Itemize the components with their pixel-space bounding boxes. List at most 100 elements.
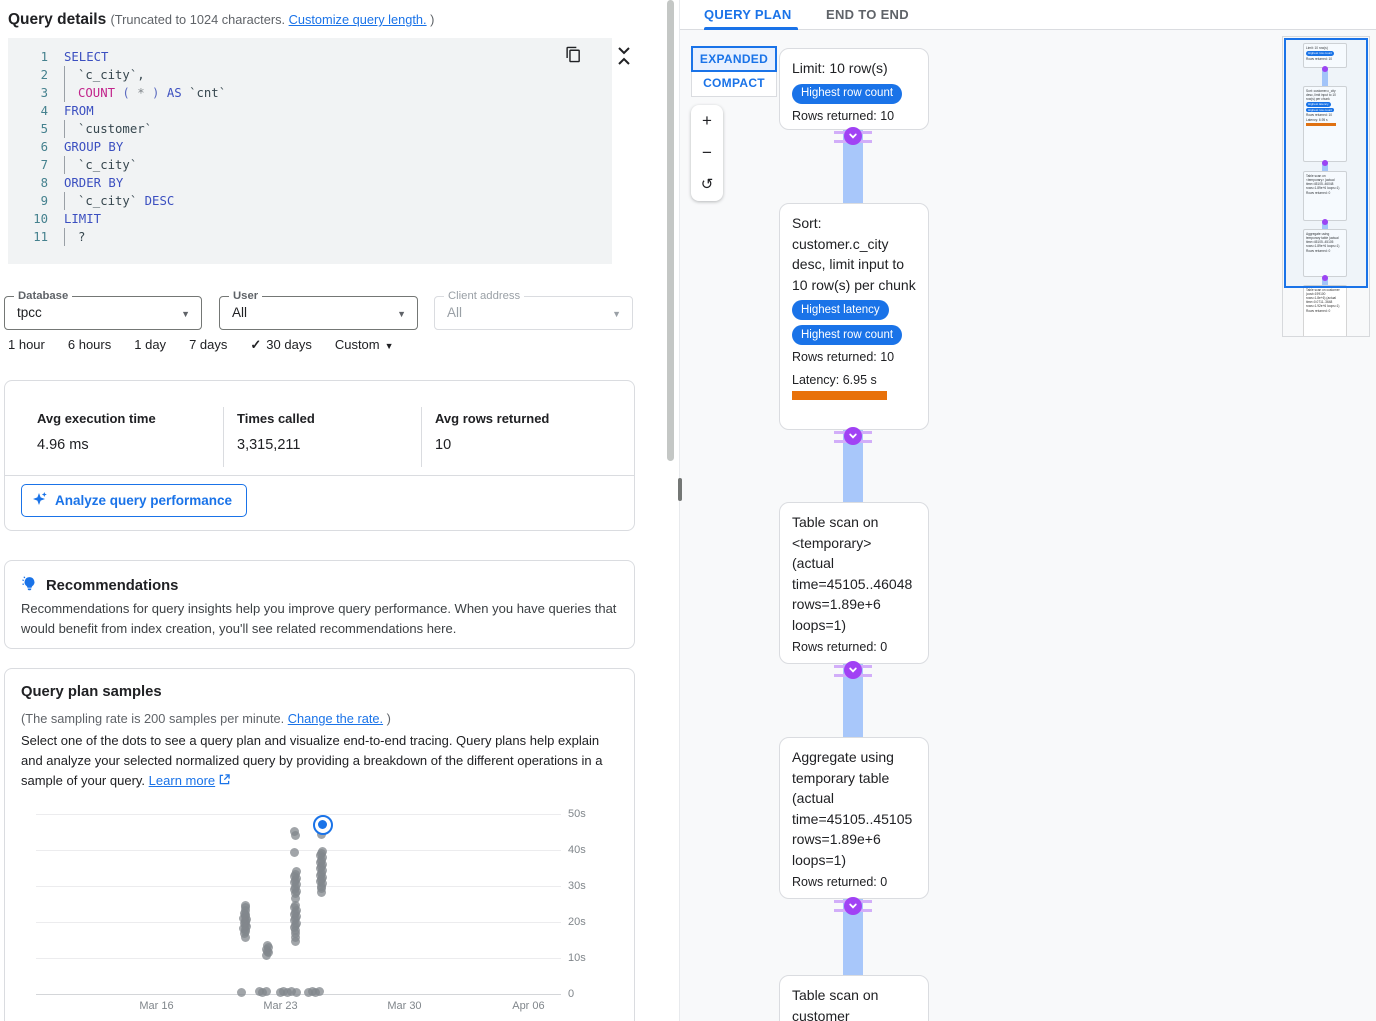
time-range-filter: 1 hour 6 hours 1 day 7 days ✓30 days Cus… bbox=[8, 337, 394, 353]
sql-line: 6GROUP BY bbox=[8, 138, 612, 156]
latency-bar bbox=[792, 391, 887, 400]
sample-dot[interactable] bbox=[241, 901, 250, 910]
sql-line: 3COUNT ( * ) AS `cnt` bbox=[8, 84, 612, 102]
query-plan-pane: QUERY PLAN END TO END EXPANDED COMPACT +… bbox=[679, 0, 1376, 1021]
rows-returned: Rows returned: 0 bbox=[792, 875, 916, 889]
plan-node-title: Sort: customer.c_city desc, limit input … bbox=[792, 213, 916, 295]
active-tab-underline bbox=[704, 27, 798, 30]
user-label: User bbox=[229, 290, 262, 302]
tab-query-plan[interactable]: QUERY PLAN bbox=[704, 0, 792, 30]
analyze-button-label: Analyze query performance bbox=[55, 493, 232, 508]
badge-highest-latency: Highest latency bbox=[792, 300, 889, 320]
plan-node-limit[interactable]: Limit: 10 row(s) Highest row count Rows … bbox=[779, 48, 929, 130]
compact-toggle-button[interactable]: COMPACT bbox=[691, 71, 777, 97]
range-1-day[interactable]: 1 day bbox=[134, 337, 166, 353]
plan-node-table-scan-customer[interactable]: Table scan on customer (cost=199100 rows… bbox=[779, 975, 929, 1021]
chevron-down-icon[interactable] bbox=[844, 127, 862, 145]
range-30-days-selected[interactable]: ✓30 days bbox=[250, 337, 311, 353]
x-axis-tick: Mar 30 bbox=[387, 1000, 421, 1012]
check-icon: ✓ bbox=[250, 337, 261, 352]
left-pane-scrollbar-thumb[interactable] bbox=[667, 0, 674, 461]
pane-splitter-handle[interactable] bbox=[678, 478, 682, 501]
query-stats-card: Avg execution time 4.96 ms Times called … bbox=[4, 380, 635, 531]
chevron-down-icon: ▼ bbox=[181, 309, 190, 319]
collapse-icon[interactable] bbox=[615, 45, 633, 72]
sample-dot[interactable] bbox=[291, 937, 300, 946]
sample-dot[interactable] bbox=[237, 988, 246, 997]
rows-returned: Rows returned: 10 bbox=[792, 109, 916, 123]
x-axis-tick: Mar 16 bbox=[139, 1000, 173, 1012]
y-axis-tick: 50s bbox=[568, 808, 586, 820]
plan-minimap[interactable]: Limit: 10 row(s)Highest row countRows re… bbox=[1282, 36, 1370, 337]
badge-highest-row-count: Highest row count bbox=[792, 325, 902, 345]
recommendations-title: Recommendations bbox=[46, 578, 178, 594]
sql-line: 11? bbox=[8, 228, 612, 246]
chevron-down-icon[interactable] bbox=[844, 661, 862, 679]
sample-dot[interactable] bbox=[317, 888, 326, 897]
sample-dot[interactable] bbox=[263, 941, 272, 950]
lightbulb-icon bbox=[21, 575, 38, 596]
change-the-rate-link[interactable]: Change the rate. bbox=[288, 711, 383, 726]
zoom-out-button[interactable]: − bbox=[691, 137, 723, 169]
plan-node-aggregate[interactable]: Aggregate using temporary table (actual … bbox=[779, 737, 929, 899]
range-7-days[interactable]: 7 days bbox=[189, 337, 227, 353]
latency-value: Latency: 6.95 s bbox=[792, 373, 916, 387]
sql-line: 9`c_city` DESC bbox=[8, 192, 612, 210]
expanded-toggle-button[interactable]: EXPANDED bbox=[691, 46, 777, 72]
plan-node-sort[interactable]: Sort: customer.c_city desc, limit input … bbox=[779, 203, 929, 430]
stat-avg-execution-time: Avg execution time 4.96 ms bbox=[37, 411, 156, 453]
sql-line: 2`c_city`, bbox=[8, 66, 612, 84]
stat-times-called: Times called 3,315,211 bbox=[237, 411, 315, 453]
selected-sample-dot[interactable] bbox=[313, 815, 333, 835]
samples-description: Select one of the dots to see a query pl… bbox=[21, 731, 621, 791]
range-6-hours[interactable]: 6 hours bbox=[68, 337, 111, 353]
sql-line: 10LIMIT bbox=[8, 210, 612, 228]
truncated-note: (Truncated to 1024 characters. bbox=[111, 12, 286, 27]
sql-code-block: 1SELECT2`c_city`,3COUNT ( * ) AS `cnt`4F… bbox=[8, 38, 612, 264]
chevron-down-icon[interactable] bbox=[844, 427, 862, 445]
recommendations-card: Recommendations Recommendations for quer… bbox=[4, 560, 635, 649]
database-select[interactable]: Database tpcc ▼ bbox=[4, 296, 202, 330]
y-axis-tick: 20s bbox=[568, 916, 586, 928]
client-address-select: Client address All ▼ bbox=[434, 296, 633, 330]
sql-line: 4FROM bbox=[8, 102, 612, 120]
plan-node-table-scan-temporary[interactable]: Table scan on <temporary> (actual time=4… bbox=[779, 502, 929, 664]
reset-zoom-icon[interactable]: ↺ bbox=[691, 169, 723, 201]
user-select[interactable]: User All ▼ bbox=[219, 296, 418, 330]
y-axis-tick: 0 bbox=[568, 988, 574, 1000]
y-axis-tick: 10s bbox=[568, 952, 586, 964]
divider bbox=[223, 407, 224, 467]
minimap-viewport[interactable] bbox=[1284, 38, 1368, 288]
range-custom[interactable]: Custom▼ bbox=[335, 337, 394, 353]
learn-more-link[interactable]: Learn more bbox=[149, 773, 215, 788]
zoom-controls: + − ↺ bbox=[691, 105, 723, 201]
client-address-label: Client address bbox=[444, 290, 524, 302]
copy-icon[interactable] bbox=[565, 46, 582, 68]
sample-dot[interactable] bbox=[292, 988, 301, 997]
divider bbox=[421, 407, 422, 467]
analyze-query-performance-button[interactable]: Analyze query performance bbox=[21, 484, 247, 517]
range-1-hour[interactable]: 1 hour bbox=[8, 337, 45, 353]
plan-node-title: Limit: 10 row(s) bbox=[792, 58, 916, 79]
customize-query-length-link[interactable]: Customize query length. bbox=[289, 12, 427, 27]
plan-tabbar: QUERY PLAN END TO END bbox=[680, 0, 1376, 30]
divider bbox=[5, 475, 634, 476]
zoom-in-button[interactable]: + bbox=[691, 105, 723, 137]
tab-end-to-end[interactable]: END TO END bbox=[826, 0, 909, 30]
chevron-down-icon: ▼ bbox=[385, 341, 394, 351]
sparkle-icon bbox=[32, 491, 48, 510]
sample-dot[interactable] bbox=[290, 848, 299, 857]
gridline bbox=[36, 958, 561, 959]
external-link-icon bbox=[219, 773, 230, 788]
minimap-node: Table scan on customer (cost=199100 rows… bbox=[1303, 285, 1347, 337]
query-plan-samples-title: Query plan samples bbox=[21, 684, 162, 700]
sample-dot[interactable] bbox=[291, 831, 300, 840]
chevron-down-icon[interactable] bbox=[844, 897, 862, 915]
y-axis-tick: 40s bbox=[568, 844, 586, 856]
sql-line: 8ORDER BY bbox=[8, 174, 612, 192]
plan-node-title: Table scan on <temporary> (actual time=4… bbox=[792, 512, 916, 635]
plan-node-title: Aggregate using temporary table (actual … bbox=[792, 747, 916, 870]
query-details-pane: Query details (Truncated to 1024 charact… bbox=[0, 0, 666, 1021]
sql-line: 1SELECT bbox=[8, 48, 612, 66]
chevron-down-icon: ▼ bbox=[612, 309, 621, 319]
